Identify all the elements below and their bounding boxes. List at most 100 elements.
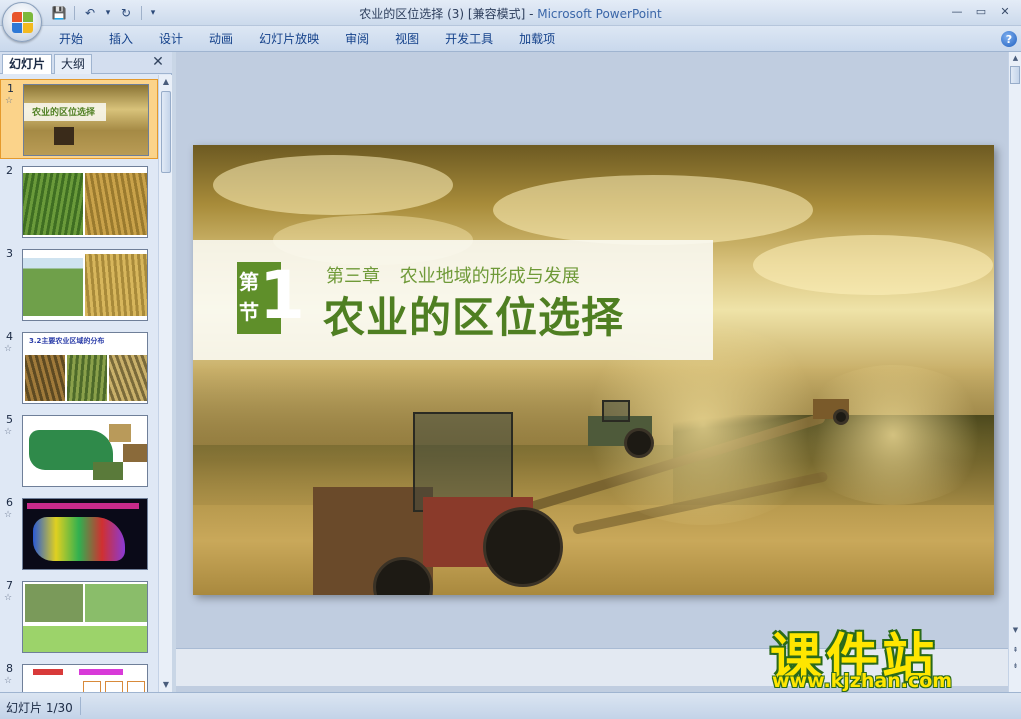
tab-review[interactable]: 审阅 xyxy=(332,26,382,52)
scroll-up-icon[interactable]: ▲ xyxy=(159,75,173,89)
slide-thumbnail-list: 1 ☆ 农业的区位选择 2 3 4 ☆ 3.2主要农业区域的分布 5 ☆ 6 ☆… xyxy=(0,75,158,692)
office-button[interactable] xyxy=(2,2,42,42)
preview-crop-photo xyxy=(67,355,107,401)
slide-title[interactable]: 农业的区位选择 xyxy=(323,284,624,345)
cloud xyxy=(753,235,993,295)
preview-map xyxy=(33,517,125,561)
preview-photo xyxy=(93,462,123,480)
preview-wheat-photo xyxy=(85,173,147,235)
office-logo-icon xyxy=(12,12,33,33)
previous-slide-icon[interactable]: ⇞ xyxy=(1009,644,1021,656)
tractor-wheel xyxy=(624,428,654,458)
slide-thumbnail-3[interactable]: 3 xyxy=(0,245,158,325)
preview-crop-photo xyxy=(25,355,65,401)
window-controls: — ▭ ✕ xyxy=(945,2,1017,20)
preview-field-photo xyxy=(23,258,83,316)
tractor-cab xyxy=(602,400,630,422)
scroll-down-icon[interactable]: ▼ xyxy=(159,678,173,692)
title-separator: - xyxy=(525,7,538,21)
slide-number: 1 xyxy=(7,82,14,95)
scroll-thumb[interactable] xyxy=(161,91,171,173)
tab-slides[interactable]: 幻灯片 xyxy=(2,54,53,74)
preview-heading: 3.2主要农业区域的分布 xyxy=(29,337,105,345)
tab-view[interactable]: 视图 xyxy=(382,26,432,52)
scroll-down-icon[interactable]: ▼ xyxy=(1009,624,1021,636)
slide-number: 2 xyxy=(6,164,13,177)
close-window-button[interactable]: ✕ xyxy=(993,2,1017,20)
preview-heading-bar xyxy=(27,503,139,509)
panel-tab-strip: 幻灯片 大纲 ✕ xyxy=(0,52,172,74)
scroll-up-icon[interactable]: ▲ xyxy=(1009,52,1021,64)
slide-thumbnail-6[interactable]: 6 ☆ xyxy=(0,494,158,574)
badge-number: 1 xyxy=(259,257,305,334)
preview-heading-bar xyxy=(33,669,63,675)
animation-star-icon: ☆ xyxy=(5,96,14,106)
animation-star-icon: ☆ xyxy=(4,427,13,437)
next-slide-icon[interactable]: ⇟ xyxy=(1009,660,1021,672)
slide-thumbnail-4[interactable]: 4 ☆ 3.2主要农业区域的分布 xyxy=(0,328,158,408)
status-bar: 幻灯片 1/30 xyxy=(0,692,1021,719)
slide-preview xyxy=(22,249,148,321)
preview-crop-photo xyxy=(109,355,147,401)
preview-wheat-photo xyxy=(85,254,147,316)
slide-preview: 3.2主要农业区域的分布 xyxy=(22,332,148,404)
preview-photo xyxy=(25,584,83,622)
slide-thumbnail-5[interactable]: 5 ☆ xyxy=(0,411,158,491)
animation-star-icon: ☆ xyxy=(4,344,13,354)
title-bar: 💾 ↶ ▾ ↻ ▾ 农业的区位选择 (3) [兼容模式] - Microsoft… xyxy=(0,0,1021,26)
slide-indicator: 幻灯片 1/30 xyxy=(6,701,73,715)
slide-thumbnail-7[interactable]: 7 ☆ xyxy=(0,577,158,657)
preview-rice-photo xyxy=(23,173,83,235)
slide-number: 4 xyxy=(6,330,13,343)
watermark-url: www.kjzhan.com xyxy=(772,670,953,692)
preview-box xyxy=(105,681,123,692)
tab-insert[interactable]: 插入 xyxy=(96,26,146,52)
animation-star-icon: ☆ xyxy=(4,676,13,686)
slide-number: 5 xyxy=(6,413,13,426)
slide-preview xyxy=(22,415,148,487)
tab-outline[interactable]: 大纲 xyxy=(54,54,93,74)
slide-preview xyxy=(22,581,148,653)
thumbnail-scrollbar[interactable]: ▲ ▼ xyxy=(158,75,172,692)
tab-home[interactable]: 开始 xyxy=(46,26,96,52)
window-title: 农业的区位选择 (3) [兼容模式] - Microsoft PowerPoin… xyxy=(0,5,1021,22)
scroll-thumb[interactable] xyxy=(1010,66,1020,84)
tab-design[interactable]: 设计 xyxy=(146,26,196,52)
preview-heading-bar xyxy=(79,669,123,675)
preview-photo xyxy=(123,444,147,462)
slide-number: 3 xyxy=(6,247,13,260)
help-icon[interactable]: ? xyxy=(1001,31,1017,47)
tab-add-ins[interactable]: 加载项 xyxy=(506,26,568,52)
tractor-wheel xyxy=(483,507,563,587)
tab-developer[interactable]: 开发工具 xyxy=(432,26,506,52)
preview-photo xyxy=(85,584,147,622)
status-divider xyxy=(80,697,81,715)
tab-slide-show[interactable]: 幻灯片放映 xyxy=(246,26,332,52)
restore-button[interactable]: ▭ xyxy=(969,2,993,20)
slide-preview: 农业的区位选择 xyxy=(23,84,149,156)
slide-thumbnail-8[interactable]: 8 ☆ xyxy=(0,660,158,692)
close-panel-icon[interactable]: ✕ xyxy=(150,54,166,70)
ribbon-tabs: 开始 插入 设计 动画 幻灯片放映 审阅 视图 开发工具 加载项 xyxy=(46,26,568,52)
editor-scrollbar[interactable]: ▲ ▼ ⇞ ⇟ xyxy=(1008,52,1021,692)
preview-photo xyxy=(109,424,131,442)
ribbon-tab-bar: 开始 插入 设计 动画 幻灯片放映 审阅 视图 开发工具 加载项 ? xyxy=(0,26,1021,52)
slide-number: 6 xyxy=(6,496,13,509)
animation-star-icon: ☆ xyxy=(4,510,13,520)
title-band[interactable]: 第 节 1 第三章 农业地域的形成与发展 农业的区位选择 xyxy=(193,240,713,360)
preview-title: 农业的区位选择 xyxy=(32,108,96,118)
badge-char-top: 第 xyxy=(239,270,259,294)
minimize-button[interactable]: — xyxy=(945,2,969,20)
app-name: Microsoft PowerPoint xyxy=(537,7,662,21)
slide-preview xyxy=(22,166,148,238)
tab-animations[interactable]: 动画 xyxy=(196,26,246,52)
slide-preview xyxy=(22,664,148,692)
section-badge: 第 节 1 xyxy=(237,257,305,334)
slide-thumbnail-2[interactable]: 2 xyxy=(0,162,158,242)
animation-star-icon: ☆ xyxy=(4,593,13,603)
slide-thumbnail-1[interactable]: 1 ☆ 农业的区位选择 xyxy=(0,79,158,159)
slide-number: 8 xyxy=(6,662,13,675)
tractor-wheel xyxy=(833,409,849,425)
cloud xyxy=(213,155,453,215)
current-slide[interactable]: 第 节 1 第三章 农业地域的形成与发展 农业的区位选择 xyxy=(193,145,994,595)
